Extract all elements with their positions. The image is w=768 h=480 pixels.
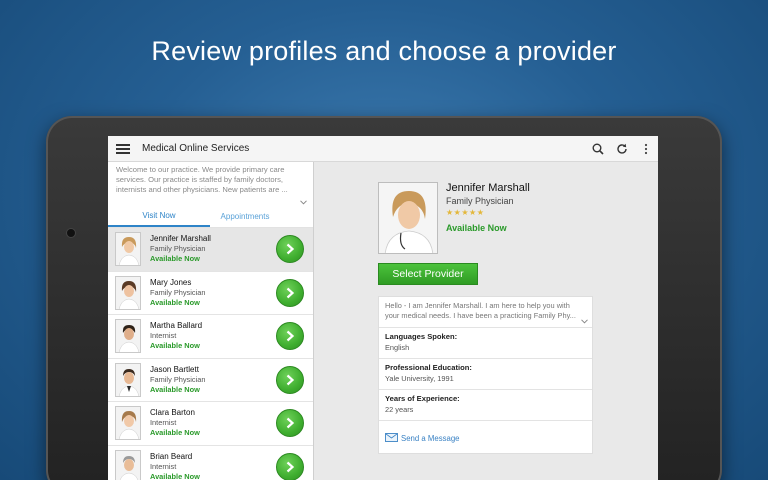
provider-row[interactable]: Jennifer Marshall Family Physician Avail… [108,228,313,272]
languages-value: English [385,343,410,352]
rating-stars: ★★★★★ [446,208,485,217]
profile-title: Family Physician [446,196,514,206]
envelope-icon [385,429,398,447]
profile-status: Available Now [446,223,507,233]
provider-row[interactable]: Clara Barton Internist Available Now [108,402,313,446]
provider-avatar [115,449,141,480]
provider-row[interactable]: Brian Beard Internist Available Now [108,446,313,480]
provider-avatar [115,362,141,397]
experience-label: Years of Experience: [385,394,460,403]
profile-name: Jennifer Marshall [446,182,530,194]
provider-name: Brian Beard [150,451,193,461]
provider-list: Jennifer Marshall Family Physician Avail… [108,228,313,480]
provider-name: Jennifer Marshall [150,234,211,244]
provider-title: Internist [150,331,177,341]
education-field: Professional Education: Yale University,… [379,359,592,390]
profile-bio[interactable]: Hello - I am Jennifer Marshall. I am her… [379,297,592,328]
provider-avatar [115,275,141,310]
camera-icon [66,228,76,238]
practice-intro: Welcome to our practice. We provide prim… [116,165,288,194]
tab-appointments[interactable]: Appointments [210,206,280,227]
app-bar-actions [586,136,658,162]
provider-row[interactable]: Mary Jones Family Physician Available No… [108,272,313,315]
provider-row[interactable]: Jason Bartlett Family Physician Availabl… [108,359,313,402]
provider-name: Martha Ballard [150,321,203,331]
app-screen: Medical Online Services Welcome to our p… [108,136,658,480]
provider-name: Clara Barton [150,408,195,418]
provider-name: Mary Jones [150,277,192,287]
provider-status: Available Now [150,428,200,438]
provider-status: Available Now [150,254,200,264]
education-value: Yale University, 1991 [385,374,454,383]
experience-value: 22 years [385,405,414,414]
go-arrow-button[interactable] [276,409,304,437]
go-arrow-button[interactable] [276,322,304,350]
app-title: Medical Online Services [142,143,250,154]
languages-label: Languages Spoken: [385,332,458,341]
app-bar: Medical Online Services [108,136,658,162]
provider-avatar [115,232,141,267]
provider-name: Jason Bartlett [150,364,199,374]
provider-status: Available Now [150,297,200,307]
profile-info-card: Hello - I am Jennifer Marshall. I am her… [378,296,593,454]
provider-avatar [115,319,141,354]
tab-visit-now[interactable]: Visit Now [108,206,210,227]
provider-title: Family Physician [150,287,206,297]
headline: Review profiles and choose a provider [151,36,617,66]
go-arrow-button[interactable] [276,278,304,307]
profile-photo [378,182,438,254]
send-message-link[interactable]: Send a Message [379,421,592,455]
provider-status: Available Now [150,341,200,351]
go-arrow-button[interactable] [276,365,304,394]
languages-field: Languages Spoken: English [379,328,592,359]
go-arrow-button[interactable] [276,452,304,480]
search-icon[interactable] [586,136,610,162]
bio-text: Hello - I am Jennifer Marshall. I am her… [385,301,576,320]
provider-avatar [115,406,141,441]
go-arrow-button[interactable] [276,235,304,263]
expand-chevron-icon[interactable] [581,317,588,327]
provider-title: Family Physician [150,244,206,254]
experience-field: Years of Experience: 22 years [379,390,592,421]
menu-icon[interactable] [116,143,130,154]
provider-list-panel: Welcome to our practice. We provide prim… [108,162,314,480]
select-provider-button[interactable]: Select Provider [378,263,478,285]
provider-title: Family Physician [150,374,206,384]
provider-title: Internist [150,418,177,428]
provider-detail-panel: Jennifer Marshall Family Physician ★★★★★… [314,162,658,480]
send-message-label: Send a Message [401,433,460,443]
education-label: Professional Education: [385,363,472,372]
refresh-icon[interactable] [610,136,634,162]
provider-status: Available Now [150,384,200,394]
provider-status: Available Now [150,471,200,480]
provider-title: Internist [150,461,177,471]
provider-row[interactable]: Martha Ballard Internist Available Now [108,315,313,359]
overflow-icon[interactable] [634,136,658,162]
tabs: Visit Now Appointments [108,206,313,228]
